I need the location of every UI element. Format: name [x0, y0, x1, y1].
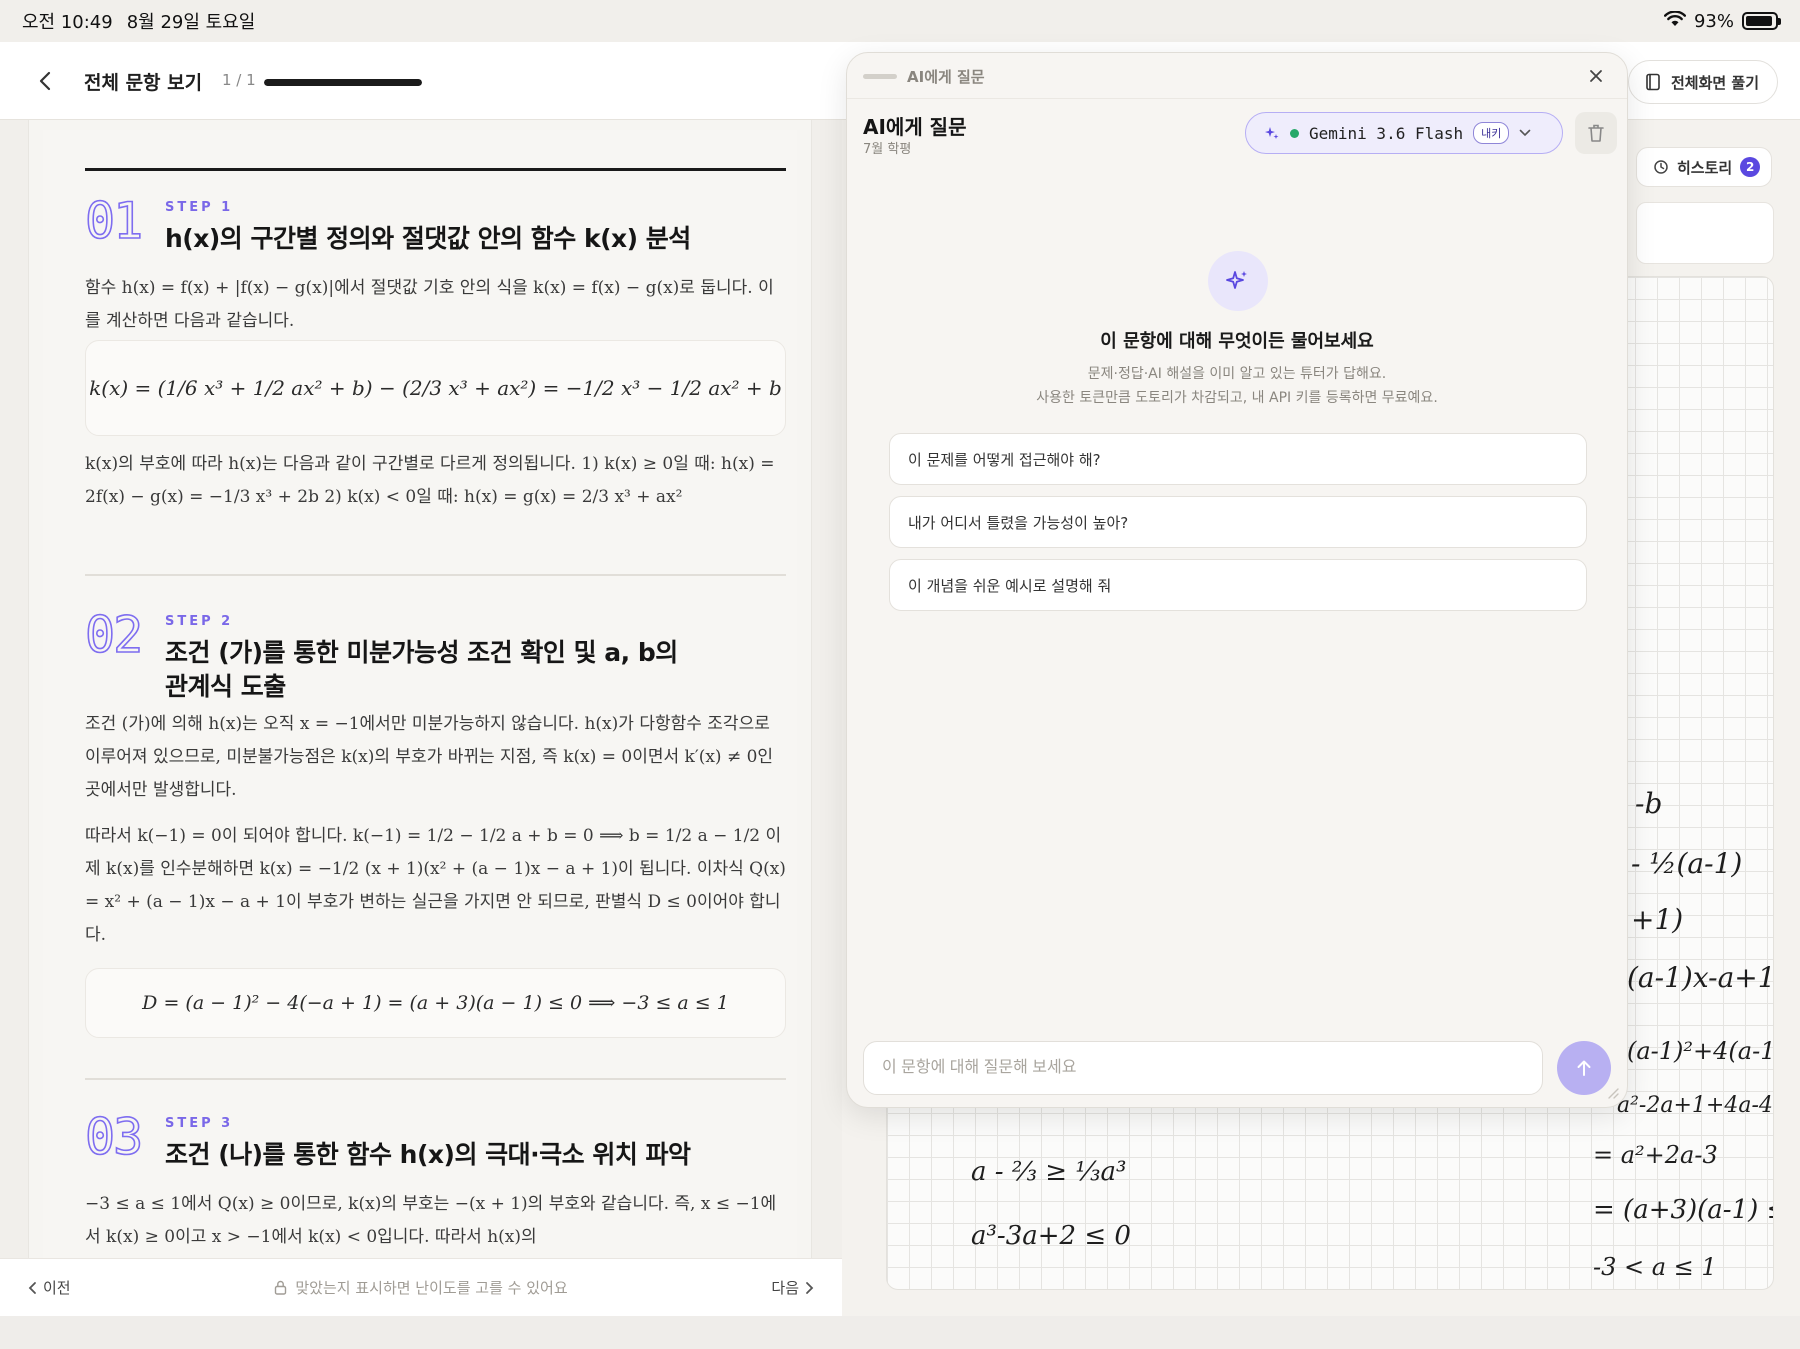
- back-button[interactable]: [28, 64, 62, 98]
- chevron-down-icon: [1519, 125, 1531, 141]
- send-button[interactable]: [1557, 1041, 1611, 1095]
- step-title: 조건 (가)를 통한 미분가능성 조건 확인 및 a, b의 관계식 도출: [165, 636, 678, 704]
- book-icon: [1646, 73, 1660, 91]
- handwriting-line: a³-3a+2 ≤ 0: [971, 1221, 1131, 1251]
- clear-chat-button[interactable]: [1575, 112, 1617, 154]
- step-2-paragraph-2: 따라서 k(−1) = 0이 되어야 합니다. k(−1) = 1/2 − 1/…: [85, 826, 786, 945]
- ai-chat-panel: AI에게 질문 AI에게 질문 7월 학평 Gemini 3.6 Flash 내…: [846, 52, 1628, 1108]
- answer-card[interactable]: [1636, 202, 1774, 264]
- ai-panel-topbar-title: AI에게 질문: [907, 68, 985, 86]
- bottom-strip: [0, 1316, 1800, 1349]
- close-icon: [1590, 70, 1602, 82]
- history-icon: [1654, 160, 1668, 174]
- step-number: 03: [84, 1107, 144, 1167]
- bottom-navigation: 이전 맞았는지 표시하면 난이도를 고를 수 있어요 다음: [0, 1258, 842, 1316]
- difficulty-hint: 맞았는지 표시하면 난이도를 고를 수 있어요: [274, 1277, 568, 1298]
- history-label: 히스토리: [1677, 158, 1733, 177]
- status-left: 오전 10:49 8월 29일 토요일: [22, 8, 255, 34]
- status-right: 93%: [1663, 9, 1781, 32]
- ai-panel-subtitle: 7월 학평: [863, 142, 912, 157]
- top-rule: [85, 168, 786, 171]
- step-1-paragraph-1: 함수 h(x) = f(x) + |f(x) − g(x)|에서 절댓값 기호 …: [85, 278, 774, 331]
- fullscreen-toggle-button[interactable]: 전체화면 풀기: [1628, 60, 1778, 104]
- history-button[interactable]: 히스토리 2: [1636, 147, 1772, 187]
- hint-text: 맞았는지 표시하면 난이도를 고를 수 있어요: [295, 1279, 568, 1297]
- history-count-badge: 2: [1740, 157, 1761, 177]
- ai-empty-description-2: 사용한 토큰만큼 도토리가 차감되고, 내 API 키를 등록하면 무료예요.: [1036, 390, 1438, 406]
- ai-panel-title: AI에게 질문: [863, 115, 967, 139]
- status-bar: 오전 10:49 8월 29일 토요일 93%: [0, 0, 1800, 42]
- model-status-dot: [1290, 128, 1299, 138]
- step-2-header: 02 STEP 2 조건 (가)를 통한 미분가능성 조건 확인 및 a, b의…: [84, 605, 786, 701]
- prev-button[interactable]: 이전: [28, 1277, 71, 1298]
- model-name: Gemini 3.6 Flash: [1309, 123, 1464, 143]
- handwriting-line: (a-1)²+4(a-1): [1627, 1037, 1774, 1065]
- chevron-left-icon: [28, 1281, 36, 1294]
- drag-handle[interactable]: [863, 74, 897, 79]
- suggestion-chip[interactable]: 이 문제를 어떻게 접근해야 해?: [889, 433, 1587, 485]
- suggestion-chip[interactable]: 내가 어디서 틀렸을 가능성이 높아?: [889, 496, 1587, 548]
- step-label: STEP 2: [165, 614, 234, 629]
- handwriting-line: = (a+3)(a-1) ≤: [1593, 1195, 1774, 1225]
- handwriting-line: - ½(a-1): [1631, 847, 1743, 880]
- step-1-paragraph-2: k(x)의 부호에 따라 h(x)는 다음과 같이 구간별로 다르게 정의됩니다…: [85, 454, 775, 507]
- solution-content: 01 STEP 1 h(x)의 구간별 정의와 절댓값 안의 함수 k(x) 분…: [43, 130, 797, 1258]
- step-3-paragraph-1: −3 ≤ a ≤ 1에서 Q(x) ≥ 0이므로, k(x)의 부호는 −(x …: [85, 1194, 777, 1247]
- arrow-up-icon: [1577, 1060, 1591, 1076]
- model-selector[interactable]: Gemini 3.6 Flash 내키: [1245, 112, 1563, 154]
- next-label: 다음: [771, 1279, 799, 1297]
- chevron-right-icon: [806, 1281, 814, 1294]
- progress-fill: [264, 79, 422, 86]
- trash-icon: [1588, 124, 1604, 142]
- battery-percent: 93%: [1693, 10, 1734, 32]
- wifi-icon: [1663, 9, 1686, 32]
- suggestion-chip[interactable]: 이 개념을 쉬운 예시로 설명해 줘: [889, 559, 1587, 611]
- status-date: 8월 29일 토요일: [126, 12, 256, 33]
- close-button[interactable]: [1581, 61, 1611, 91]
- solution-panel[interactable]: 01 STEP 1 h(x)의 구간별 정의와 절댓값 안의 함수 k(x) 분…: [28, 120, 812, 1258]
- own-key-chip: 내키: [1473, 122, 1510, 144]
- step-label: STEP 1: [165, 200, 234, 215]
- status-time: 오전 10:49: [22, 12, 113, 33]
- progress-bar: [264, 79, 422, 86]
- battery-icon: [1742, 12, 1781, 30]
- handwriting-line: -b: [1635, 787, 1663, 820]
- step-1-header: 01 STEP 1 h(x)의 구간별 정의와 절댓값 안의 함수 k(x) 분…: [84, 191, 786, 253]
- step-3-header: 03 STEP 3 조건 (나)를 통한 함수 h(x)의 극대·극소 위치 파…: [84, 1107, 786, 1169]
- step-number: 02: [84, 605, 144, 665]
- handwriting-line: a - ⅔ ≥ ⅓a³: [971, 1157, 1127, 1187]
- handwriting-line: +1): [1631, 903, 1684, 936]
- step-label: STEP 3: [165, 1116, 234, 1131]
- sparkle-icon: [1208, 251, 1268, 311]
- chevron-left-icon: [39, 71, 51, 91]
- step-divider: [85, 574, 786, 576]
- fullscreen-label: 전체화면 풀기: [1671, 73, 1760, 92]
- handwriting-line: = a²+2a-3: [1593, 1141, 1718, 1169]
- handwriting-line: -3 < a ≤ 1: [1593, 1253, 1717, 1281]
- ai-empty-heading: 이 문항에 대해 무엇이든 물어보세요: [1100, 331, 1374, 352]
- step-title: h(x)의 구간별 정의와 절댓값 안의 함수 k(x) 분석: [165, 224, 691, 253]
- step-divider: [85, 1078, 786, 1080]
- page-title: 전체 문항 보기: [84, 72, 203, 94]
- question-count: 1 / 1: [222, 71, 256, 89]
- step-1-formula: k(x) = (1/6 x³ + 1/2 ax² + b) − (2/3 x³ …: [85, 340, 786, 436]
- handwriting-line: (a-1)x-a+1): [1627, 961, 1774, 994]
- step-2-formula: D = (a − 1)² − 4(−a + 1) = (a + 3)(a − 1…: [85, 968, 786, 1038]
- lock-icon: [275, 1280, 287, 1295]
- step-title-line-2: 관계식 도출: [165, 672, 286, 701]
- question-input[interactable]: [863, 1041, 1543, 1095]
- next-button[interactable]: 다음: [771, 1277, 814, 1298]
- handwriting-line: a²-2a+1+4a-4: [1617, 1093, 1773, 1118]
- resize-handle-icon[interactable]: [1605, 1085, 1619, 1099]
- step-number: 01: [84, 191, 144, 251]
- battery-level: [1746, 16, 1773, 26]
- step-title-line-1: 조건 (가)를 통한 미분가능성 조건 확인 및 a, b의: [165, 638, 678, 667]
- ai-panel-topbar[interactable]: AI에게 질문: [847, 53, 1627, 99]
- prev-label: 이전: [43, 1279, 71, 1297]
- step-title: 조건 (나)를 통한 함수 h(x)의 극대·극소 위치 파악: [165, 1140, 691, 1169]
- ai-empty-description-1: 문제·정답·AI 해설을 이미 알고 있는 튜터가 답해요.: [1087, 366, 1387, 382]
- sparkle-icon: [1265, 127, 1279, 139]
- step-2-paragraph-1: 조건 (가)에 의해 h(x)는 오직 x = −1에서만 미분가능하지 않습니…: [85, 714, 774, 800]
